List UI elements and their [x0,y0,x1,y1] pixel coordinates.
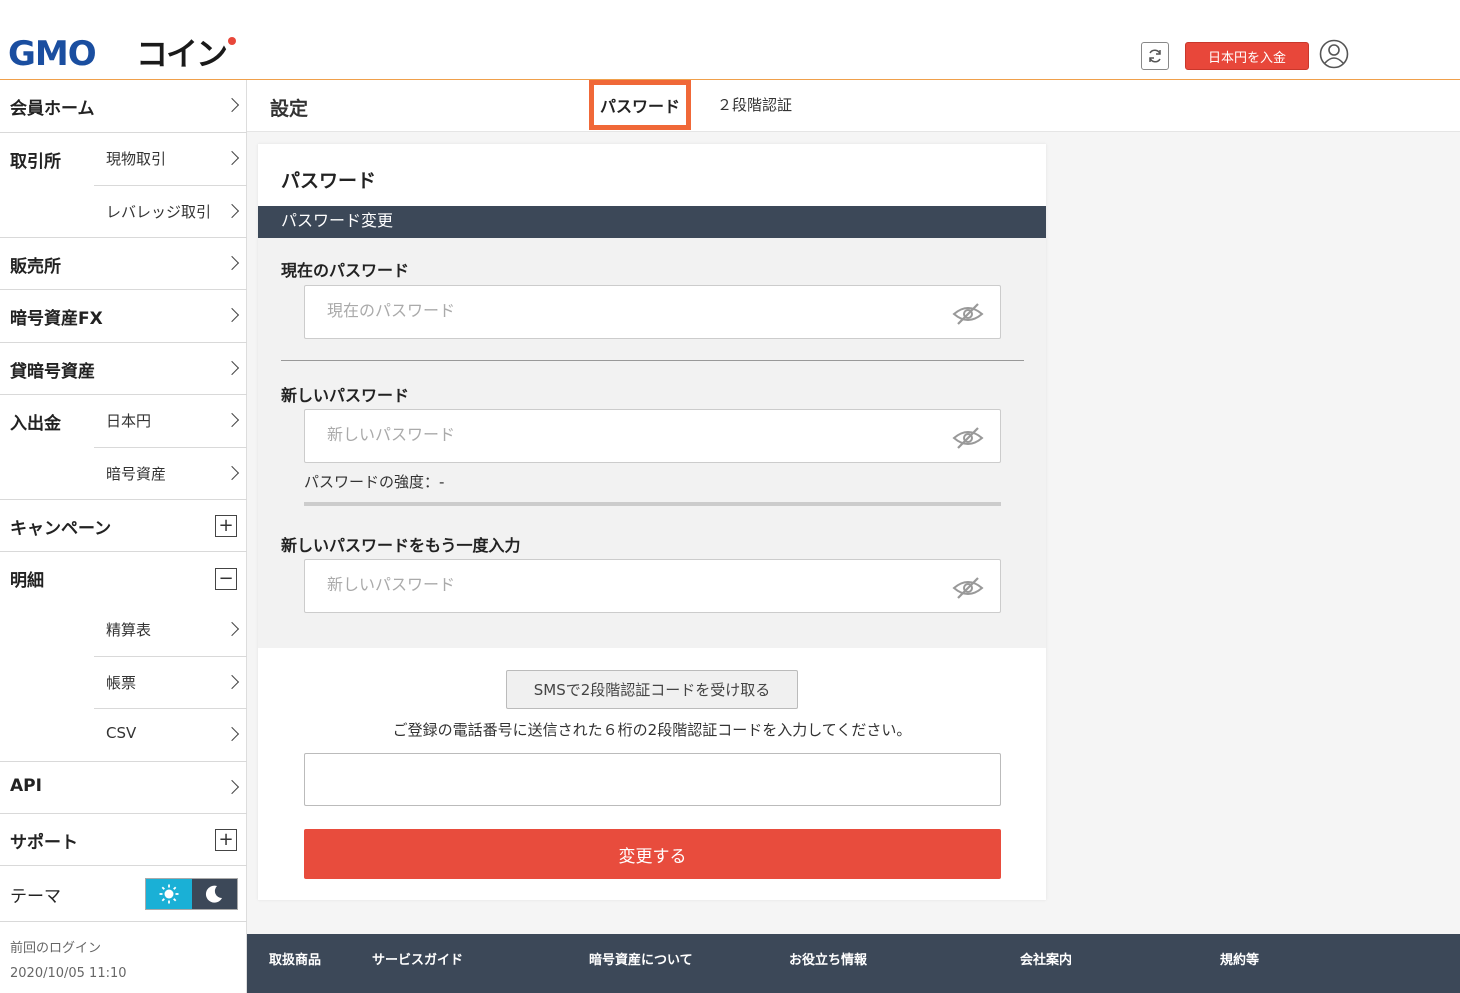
gmo-coin-logo[interactable]: GMO コイン [8,34,240,70]
footer-col-crypto[interactable]: 暗号資産について [589,949,693,968]
sidebar-item-label: 暗号資産 [106,465,167,483]
sidebar-item-campaign[interactable]: キャンペーン + [0,499,247,551]
tab-password[interactable]: パスワード [589,80,691,130]
sidebar-item-label: サポート [10,833,78,853]
sidebar-group-label[interactable]: 明細 [10,566,44,591]
chevron-right-icon [224,674,240,690]
chevron-right-icon [224,203,240,219]
sidebar-item-spot[interactable]: 現物取引 [94,133,247,185]
chevron-right-icon [224,412,240,428]
section-band: パスワード変更 [258,206,1046,238]
sidebar-item-leverage[interactable]: レバレッジ取引 [94,185,247,237]
divider [281,360,1024,361]
sidebar-item-csv[interactable]: CSV [94,708,247,760]
footer-col-products[interactable]: 取扱商品 [269,949,321,968]
sidebar-item-home[interactable]: 会員ホーム [0,80,247,132]
chevron-right-icon [224,307,240,323]
eye-off-icon[interactable] [952,300,984,326]
chevron-right-icon [224,465,240,481]
chevron-right-icon [224,621,240,637]
sidebar: 会員ホーム 取引所 現物取引 レバレッジ取引 販売所 暗号資産FX 貸暗号資産 … [0,80,247,993]
sidebar-item-jpy[interactable]: 日本円 [94,395,247,447]
sidebar-item-label: 販売所 [10,257,61,277]
chevron-right-icon [224,779,240,795]
svg-text:コイン: コイン [136,35,227,70]
sidebar-item-support[interactable]: サポート + [0,813,247,865]
sidebar-item-label: キャンペーン [10,519,112,539]
chevron-right-icon [224,150,240,166]
chevron-right-icon [224,360,240,376]
sidebar-item-label: レバレッジ取引 [106,203,212,221]
theme-label: テーマ [10,887,61,907]
sidebar-item-label: 帳票 [106,674,137,692]
settings-tabbar: 設定 パスワード ２段階認証 [247,80,1460,132]
confirm-password-label: 新しいパスワードをもう一度入力 [281,536,521,555]
footer-col-company[interactable]: 会社案内 [1020,949,1072,968]
footer: 取扱商品 サービスガイド 暗号資産について お役立ち情報 会社案内 規約等 [247,934,1460,993]
eye-off-icon[interactable] [952,424,984,450]
sidebar-group-details: 明細 − 精算表 帳票 CSV [0,551,247,761]
confirm-password-placeholder: 新しいパスワード [327,575,456,594]
sidebar-group-exchange: 取引所 現物取引 レバレッジ取引 [0,132,247,237]
dark-theme-button[interactable] [191,879,237,909]
password-strength-bar [304,502,1001,506]
footer-col-guide[interactable]: サービスガイド [372,949,463,968]
sidebar-item-label: 会員ホーム [10,99,95,119]
svg-text:GMO: GMO [8,34,96,70]
refresh-button[interactable] [1141,42,1169,70]
new-password-label: 新しいパスワード [281,386,410,405]
sidebar-item-label: 現物取引 [106,150,167,168]
plus-icon: + [215,515,237,537]
sidebar-item-sales[interactable]: 販売所 [0,237,247,289]
sidebar-item-reports[interactable]: 帳票 [94,656,247,708]
password-strength-text: パスワードの強度：- [304,473,445,491]
sidebar-item-label: CSV [106,724,137,742]
footer-col-useful[interactable]: お役立ち情報 [789,949,867,968]
sms-code-button[interactable]: SMSで2段階認証コードを受け取る [506,670,798,709]
sidebar-item-api[interactable]: API [0,761,247,813]
refresh-icon [1149,49,1161,63]
moon-icon [206,885,223,903]
verification-code-input[interactable] [304,753,1001,806]
sidebar-group-label: 入出金 [10,414,61,434]
new-password-input[interactable]: 新しいパスワード [304,409,1001,463]
sidebar-item-crypto[interactable]: 暗号資産 [94,447,247,499]
sidebar-item-label: 貸暗号資産 [10,362,95,382]
chevron-right-icon [224,726,240,742]
new-password-placeholder: 新しいパスワード [327,425,456,444]
current-password-placeholder: 現在のパスワード [327,301,456,320]
minus-icon[interactable]: − [215,568,237,590]
sun-icon [159,884,179,904]
header: GMO コイン 日本円を入金 [0,0,1460,80]
footer-col-terms[interactable]: 規約等 [1220,949,1259,968]
tab-2fa[interactable]: ２段階認証 [717,94,792,115]
chevron-right-icon [224,97,240,113]
sidebar-item-label: 暗号資産FX [10,309,103,329]
chevron-right-icon [224,255,240,271]
sidebar-group-deposit: 入出金 日本円 暗号資産 [0,394,247,499]
light-theme-button[interactable] [146,879,192,909]
last-login-label: 前回のログイン [10,941,102,956]
plus-icon: + [215,829,237,851]
sidebar-item-lending[interactable]: 貸暗号資産 [0,342,247,394]
sidebar-item-settlement[interactable]: 精算表 [94,604,247,656]
sidebar-item-label: 精算表 [106,621,152,639]
deposit-jpy-button[interactable]: 日本円を入金 [1185,42,1309,70]
user-icon[interactable] [1319,39,1349,69]
page-title: 設定 [270,98,309,120]
current-password-input[interactable]: 現在のパスワード [304,285,1001,339]
sidebar-group-label: 取引所 [10,152,61,172]
confirm-password-input[interactable]: 新しいパスワード [304,559,1001,613]
sidebar-item-label: API [10,776,42,796]
last-login-value: 2020/10/05 11:10 [10,966,127,981]
current-password-label: 現在のパスワード [281,261,410,280]
theme-toggle[interactable] [145,878,238,910]
eye-off-icon[interactable] [952,574,984,600]
sidebar-item-label: 日本円 [106,412,152,430]
sms-instruction: ご登録の電話番号に送信された６桁の2段階認証コードを入力してください。 [392,721,912,739]
last-login-block: 前回のログイン 2020/10/05 11:10 [0,921,247,993]
sidebar-item-crypto-fx[interactable]: 暗号資産FX [0,289,247,341]
card-title: パスワード [281,170,377,192]
change-password-button[interactable]: 変更する [304,829,1001,879]
